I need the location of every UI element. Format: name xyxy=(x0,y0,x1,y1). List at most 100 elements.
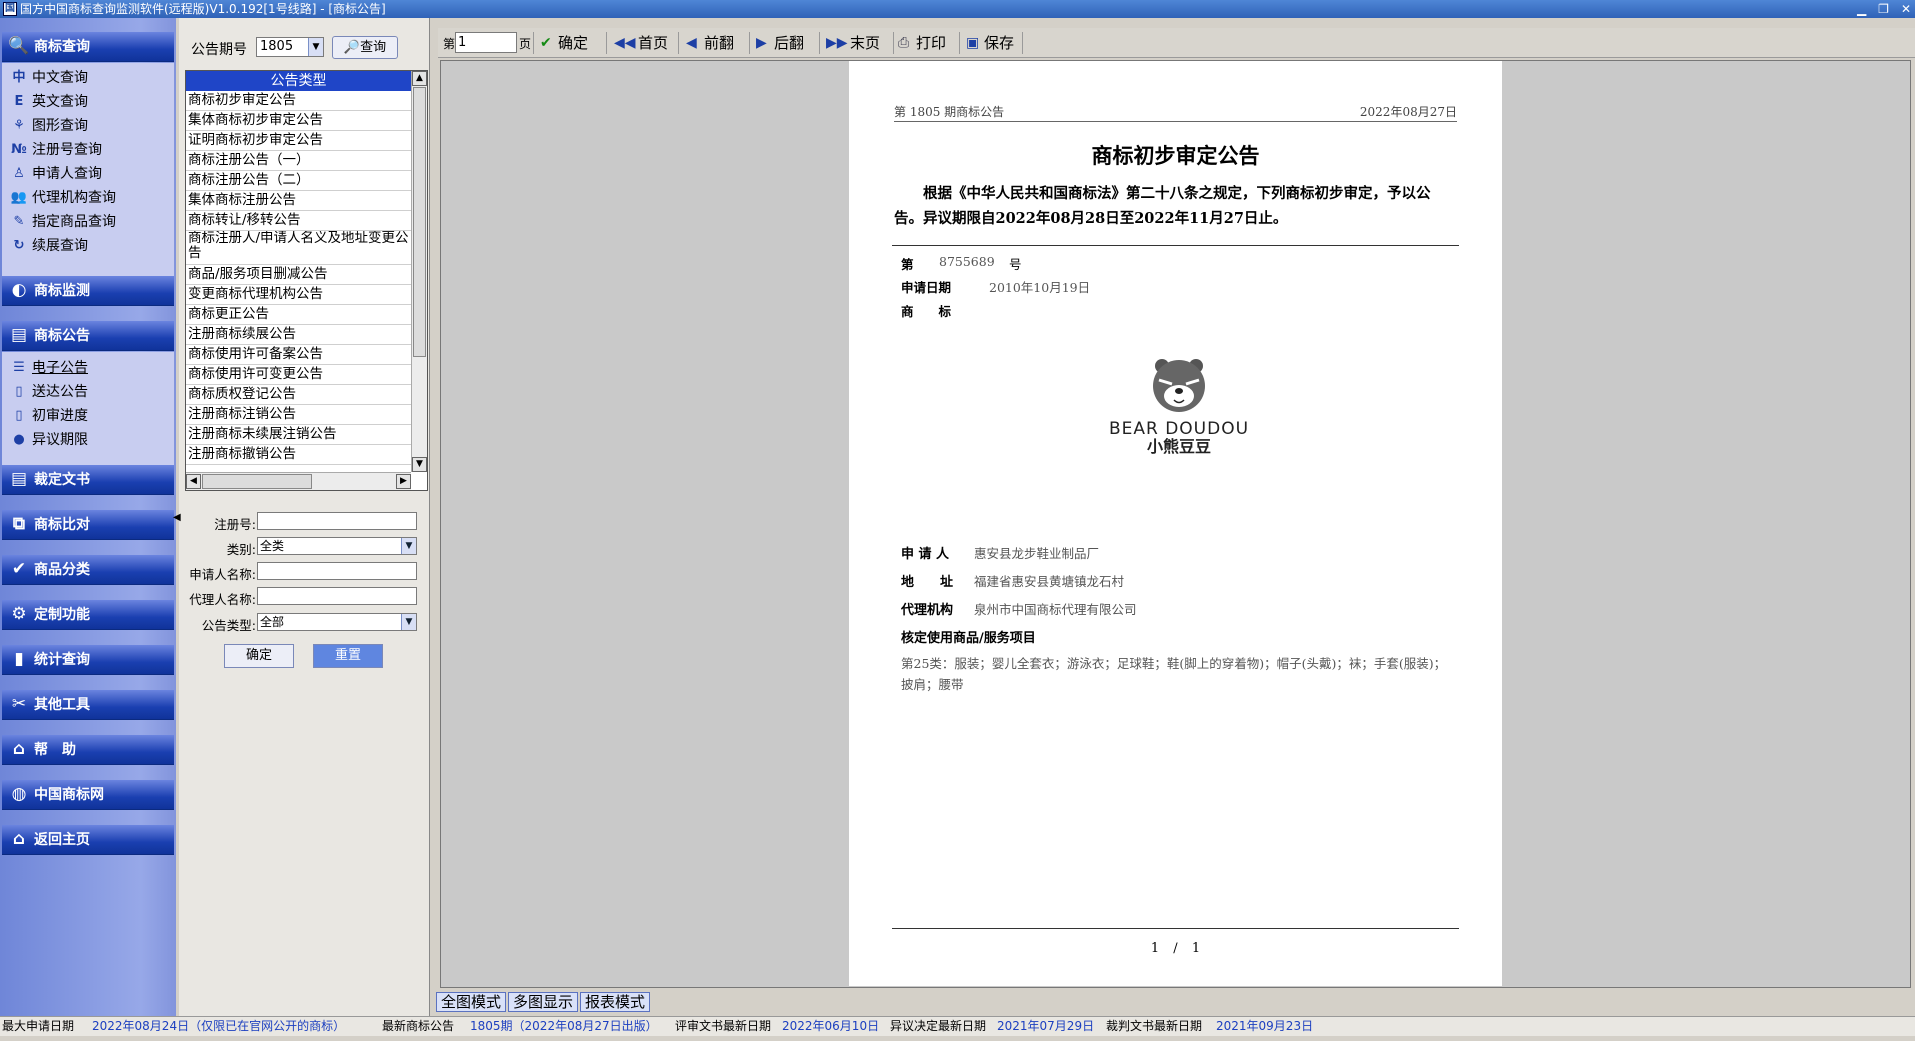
nav-group-help[interactable]: ⌂ 帮 助 xyxy=(2,735,174,765)
tab-multi-image[interactable]: 多图显示 xyxy=(508,992,579,1012)
confirm-button[interactable]: 确定 xyxy=(224,644,294,668)
horizontal-scrollbar[interactable]: ◀ ▶ xyxy=(186,472,411,490)
chevron-down-icon[interactable]: ▼ xyxy=(401,614,416,630)
nav-item-opposition-period[interactable]: ● 异议期限 xyxy=(8,428,168,452)
toolbar-separator xyxy=(533,32,534,54)
class-select[interactable]: 全类 ▼ xyxy=(257,537,417,555)
toolbar-label: 末页 xyxy=(850,34,881,52)
toolbar-separator xyxy=(606,32,607,54)
nav-item-english-search[interactable]: E 英文查询 xyxy=(8,90,168,114)
nav-item-regno-search[interactable]: № 注册号查询 xyxy=(8,138,168,162)
nav-group-trademark-search[interactable]: 🔍 商标查询 xyxy=(2,32,174,62)
confirm-page-button[interactable]: ✔ 确定 xyxy=(538,31,588,55)
restore-icon[interactable]: ❐ xyxy=(1878,0,1889,18)
class-label: 类别: xyxy=(226,542,256,557)
title-bar: 国 国方中国商标查询监测软件(远程版)V1.0.192[1号线路] - [商标公… xyxy=(0,0,1915,18)
nav-item-label: 中文查询 xyxy=(32,70,88,86)
nav-group-tools[interactable]: ✂ 其他工具 xyxy=(2,690,174,720)
applicant-field-label: 申 请 人 xyxy=(901,547,950,562)
list-item[interactable]: 商标质权登记公告 xyxy=(186,385,411,405)
scroll-right-icon[interactable]: ▶ xyxy=(396,474,411,489)
nav-item-goods-search[interactable]: ✎ 指定商品查询 xyxy=(8,210,168,234)
help-icon: ⌂ xyxy=(12,739,26,759)
last-page-button[interactable]: ▶▶ 末页 xyxy=(824,31,880,55)
nav-item-exam-progress[interactable]: ▯ 初审进度 xyxy=(8,404,168,428)
list-item[interactable]: 集体商标注册公告 xyxy=(186,191,411,211)
status-value: 2021年07月29日 xyxy=(997,1019,1095,1033)
scroll-up-icon[interactable]: ▲ xyxy=(412,71,427,86)
reset-button[interactable]: 重置 xyxy=(313,644,383,668)
list-item[interactable]: 商标使用许可变更公告 xyxy=(186,365,411,385)
nav-item-image-search[interactable]: ⚘ 图形查询 xyxy=(8,114,168,138)
nav-item-delivery-announcement[interactable]: ▯ 送达公告 xyxy=(8,380,168,404)
hscroll-thumb[interactable] xyxy=(202,474,312,489)
scroll-down-icon[interactable]: ▼ xyxy=(412,457,427,472)
reg-no-input[interactable] xyxy=(257,512,417,530)
first-page-button[interactable]: ◀◀ 首页 xyxy=(612,31,668,55)
list-item[interactable]: 商标注册人/申请人名义及地址变更公告 xyxy=(186,231,411,265)
list-item[interactable]: 商标转让/移转公告 xyxy=(186,211,411,231)
prev-page-button[interactable]: ◀ 前翻 xyxy=(684,31,734,55)
compare-icon: ⧉ xyxy=(12,514,26,534)
nav-item-e-announcement[interactable]: ☰ 电子公告 xyxy=(8,356,168,380)
minimize-icon[interactable]: ▁ xyxy=(1857,0,1866,18)
list-item[interactable]: 商标注册公告（二） xyxy=(186,171,411,191)
collapse-arrow-icon[interactable]: ◀ xyxy=(173,512,181,523)
page-prefix: 第 xyxy=(443,37,456,51)
announcement-type-list[interactable]: 公告类型 商标初步审定公告 集体商标初步审定公告 证明商标初步审定公告 商标注册公告（… xyxy=(185,70,428,491)
nav-item-renewal-search[interactable]: ↻ 续展查询 xyxy=(8,234,168,258)
nav-item-label: 注册号查询 xyxy=(32,142,102,158)
nav-group-monitor[interactable]: ◐ 商标监测 xyxy=(2,276,174,306)
list-item[interactable]: 商标注册公告（一） xyxy=(186,151,411,171)
issue-select[interactable]: 1805 ▼ xyxy=(256,37,324,57)
scroll-left-icon[interactable]: ◀ xyxy=(186,474,201,489)
list-item[interactable]: 注册商标续展公告 xyxy=(186,325,411,345)
status-value: 2022年08月24日（仅限已在官网公开的商标） xyxy=(92,1019,346,1033)
list-item[interactable]: 商标更正公告 xyxy=(186,305,411,325)
list-item[interactable]: 注册商标未续展注销公告 xyxy=(186,425,411,445)
checkmark-icon: ✔ xyxy=(540,35,552,51)
nav-group-classification[interactable]: ✔ 商品分类 xyxy=(2,555,174,585)
chevron-down-icon[interactable]: ▼ xyxy=(308,38,323,56)
nav-item-chinese-search[interactable]: 中中文查询 xyxy=(8,66,168,90)
nav-group-custom[interactable]: ⚙ 定制功能 xyxy=(2,600,174,630)
number-icon: № xyxy=(11,142,27,157)
tab-report[interactable]: 报表模式 xyxy=(580,992,651,1012)
query-button-label: 查询 xyxy=(360,40,387,55)
nav-item-agency-search[interactable]: 👥 代理机构查询 xyxy=(8,186,168,210)
scroll-thumb[interactable] xyxy=(413,87,426,357)
page-input[interactable]: 1 xyxy=(455,32,517,53)
close-icon[interactable]: ✕ xyxy=(1901,0,1911,18)
next-icon: ▶ xyxy=(756,35,767,51)
print-button[interactable]: ⎙ 打印 xyxy=(896,31,946,55)
nav-group-home[interactable]: ⌂ 返回主页 xyxy=(2,825,174,855)
document-viewer[interactable]: 第 1805 期商标公告 2022年08月27日 商标初步审定公告 根据《中华人… xyxy=(440,60,1911,988)
list-item[interactable]: 变更商标代理机构公告 xyxy=(186,285,411,305)
list-item[interactable]: 证明商标初步审定公告 xyxy=(186,131,411,151)
tab-full-image[interactable]: 全图模式 xyxy=(436,992,507,1012)
chevron-down-icon[interactable]: ▼ xyxy=(401,538,416,554)
applicant-input[interactable] xyxy=(257,562,417,580)
next-page-button[interactable]: ▶ 后翻 xyxy=(754,31,804,55)
nav-group-announcement[interactable]: ▤ 商标公告 xyxy=(2,321,174,351)
vertical-scrollbar[interactable]: ▲ ▼ xyxy=(411,71,427,472)
agent-input[interactable] xyxy=(257,587,417,605)
list-item[interactable]: 商品/服务项目删减公告 xyxy=(186,265,411,285)
query-button[interactable]: 🔎查询 xyxy=(332,36,398,59)
nav-group-compare[interactable]: ⧉ 商标比对 xyxy=(2,510,174,540)
magnifier-icon: 🔍 xyxy=(8,36,30,56)
list-item[interactable]: 注册商标撤销公告 xyxy=(186,445,411,465)
nav-item-label: 异议期限 xyxy=(32,432,88,448)
nav-group-china-trademark-web[interactable]: ◍ 中国商标网 xyxy=(2,780,174,810)
pen-icon: ✎ xyxy=(13,214,25,229)
list-item[interactable]: 商标使用许可备案公告 xyxy=(186,345,411,365)
nav-group-statistics[interactable]: ▮ 统计查询 xyxy=(2,645,174,675)
list-item[interactable]: 注册商标注销公告 xyxy=(186,405,411,425)
page-icon: ▯ xyxy=(15,384,23,399)
nav-item-applicant-search[interactable]: ♙ 申请人查询 xyxy=(8,162,168,186)
list-item[interactable]: 商标初步审定公告 xyxy=(186,91,411,111)
list-item[interactable]: 集体商标初步审定公告 xyxy=(186,111,411,131)
nav-group-rulings[interactable]: ▤ 裁定文书 xyxy=(2,465,174,495)
type-select[interactable]: 全部 ▼ xyxy=(257,613,417,631)
save-button[interactable]: ▣ 保存 xyxy=(964,31,1014,55)
